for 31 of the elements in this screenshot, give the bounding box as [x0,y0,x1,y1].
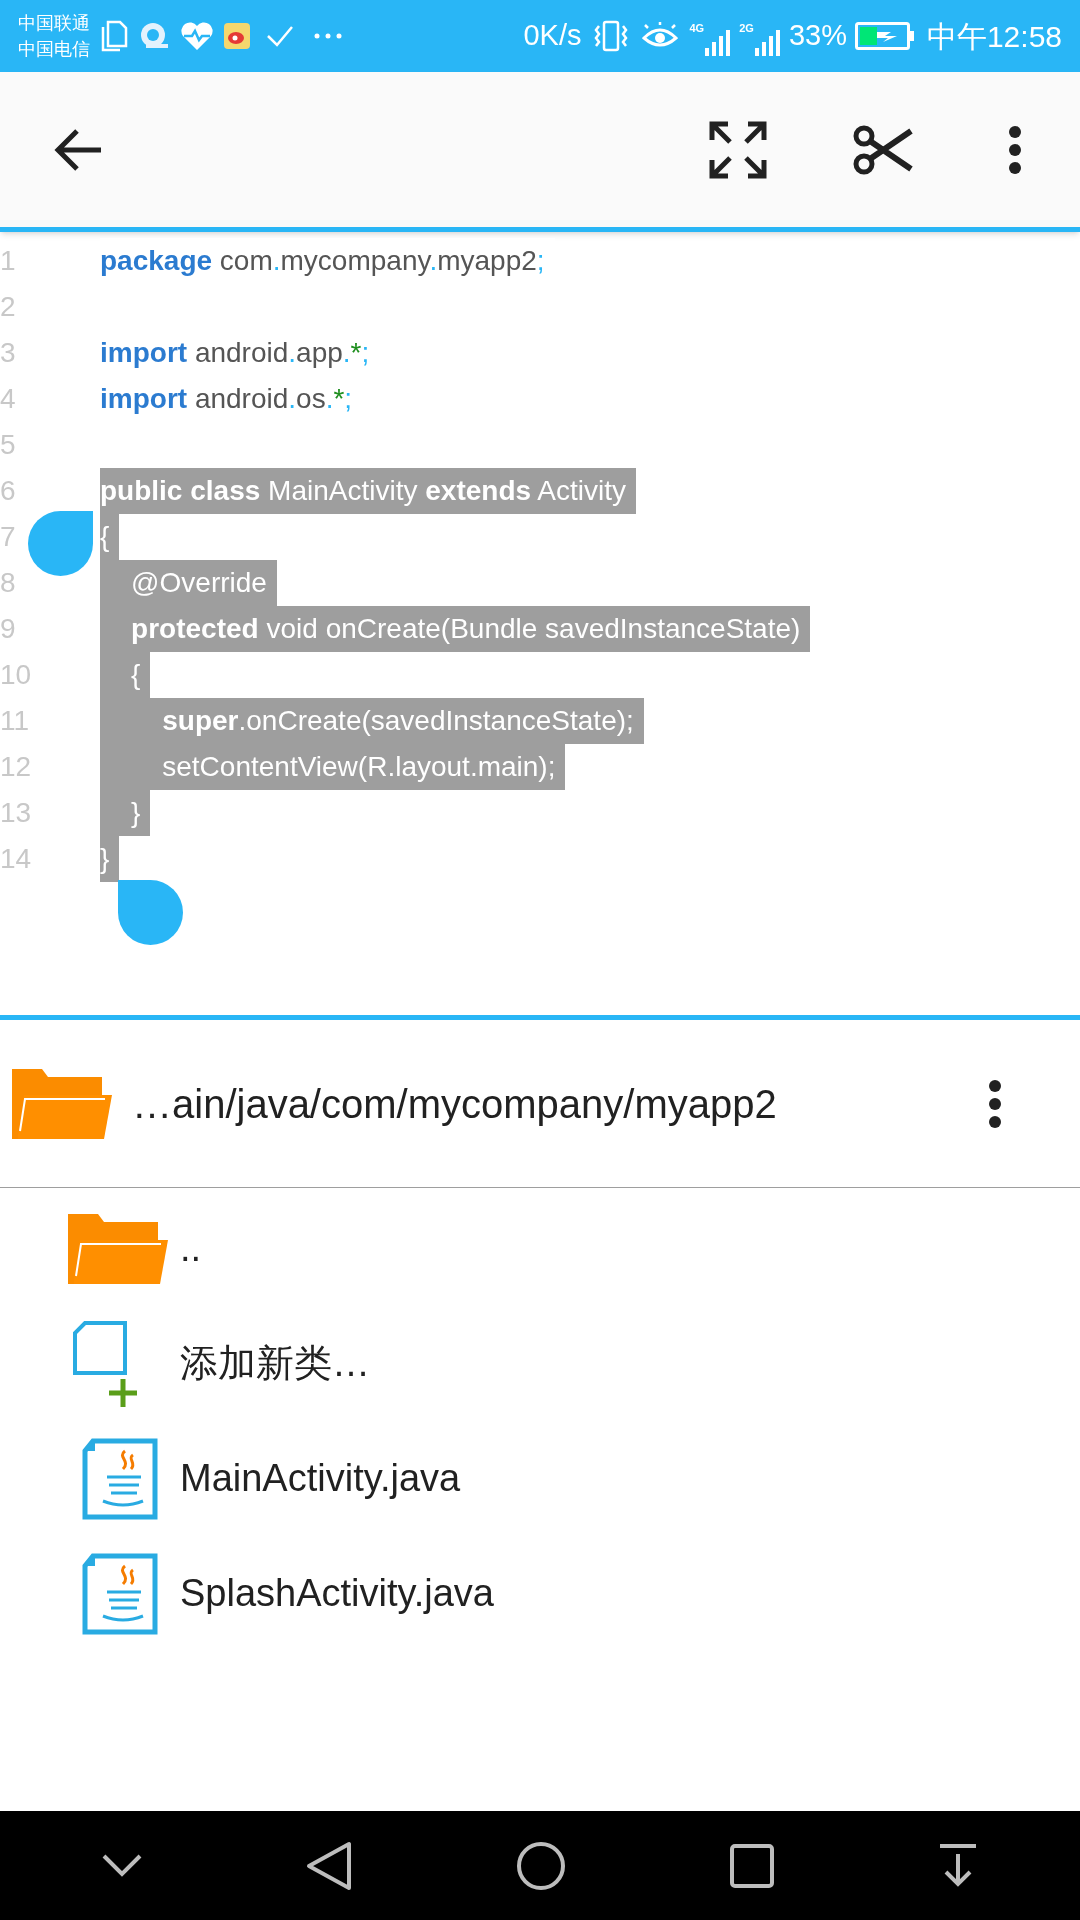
file-item[interactable]: MainActivity.java [0,1421,1080,1536]
home-icon[interactable] [516,1840,566,1891]
more-icon [1008,125,1022,174]
more-notifications-icon [314,33,342,39]
file-item[interactable]: 添加新类… [0,1306,1080,1421]
back-arrow-icon [53,127,103,172]
network-type: 4G [689,21,705,36]
folder-icon [68,1213,168,1284]
battery-charging-icon [854,22,915,50]
file-item[interactable]: .. [0,1191,1080,1306]
check-icon [266,25,294,47]
scissors-icon [853,124,913,175]
clock: 中午12:58 [926,18,1062,55]
carrier-name: 中国电信 [18,38,90,61]
expand-arrows-icon [708,119,768,180]
selection-handle[interactable] [118,880,183,945]
recents-icon[interactable] [730,1843,774,1888]
more-icon [988,1079,1002,1128]
pull-down-icon[interactable] [938,1843,978,1888]
document-icon [100,20,128,52]
carrier-name: 中国联通 [18,12,90,35]
network-type: 2G [739,21,754,36]
folder-path: …ain/java/com/mycompany/myapp2 [132,1080,777,1128]
chevron-down-icon[interactable] [102,1853,142,1878]
back-icon[interactable] [306,1840,352,1891]
folder-icon [12,1068,112,1139]
heart-icon [180,21,214,51]
network-speed: 0K/s [523,18,582,54]
file-item[interactable]: SplashActivity.java [0,1536,1080,1651]
selection-handle[interactable] [28,511,93,576]
battery-percent: 33% [788,18,847,54]
